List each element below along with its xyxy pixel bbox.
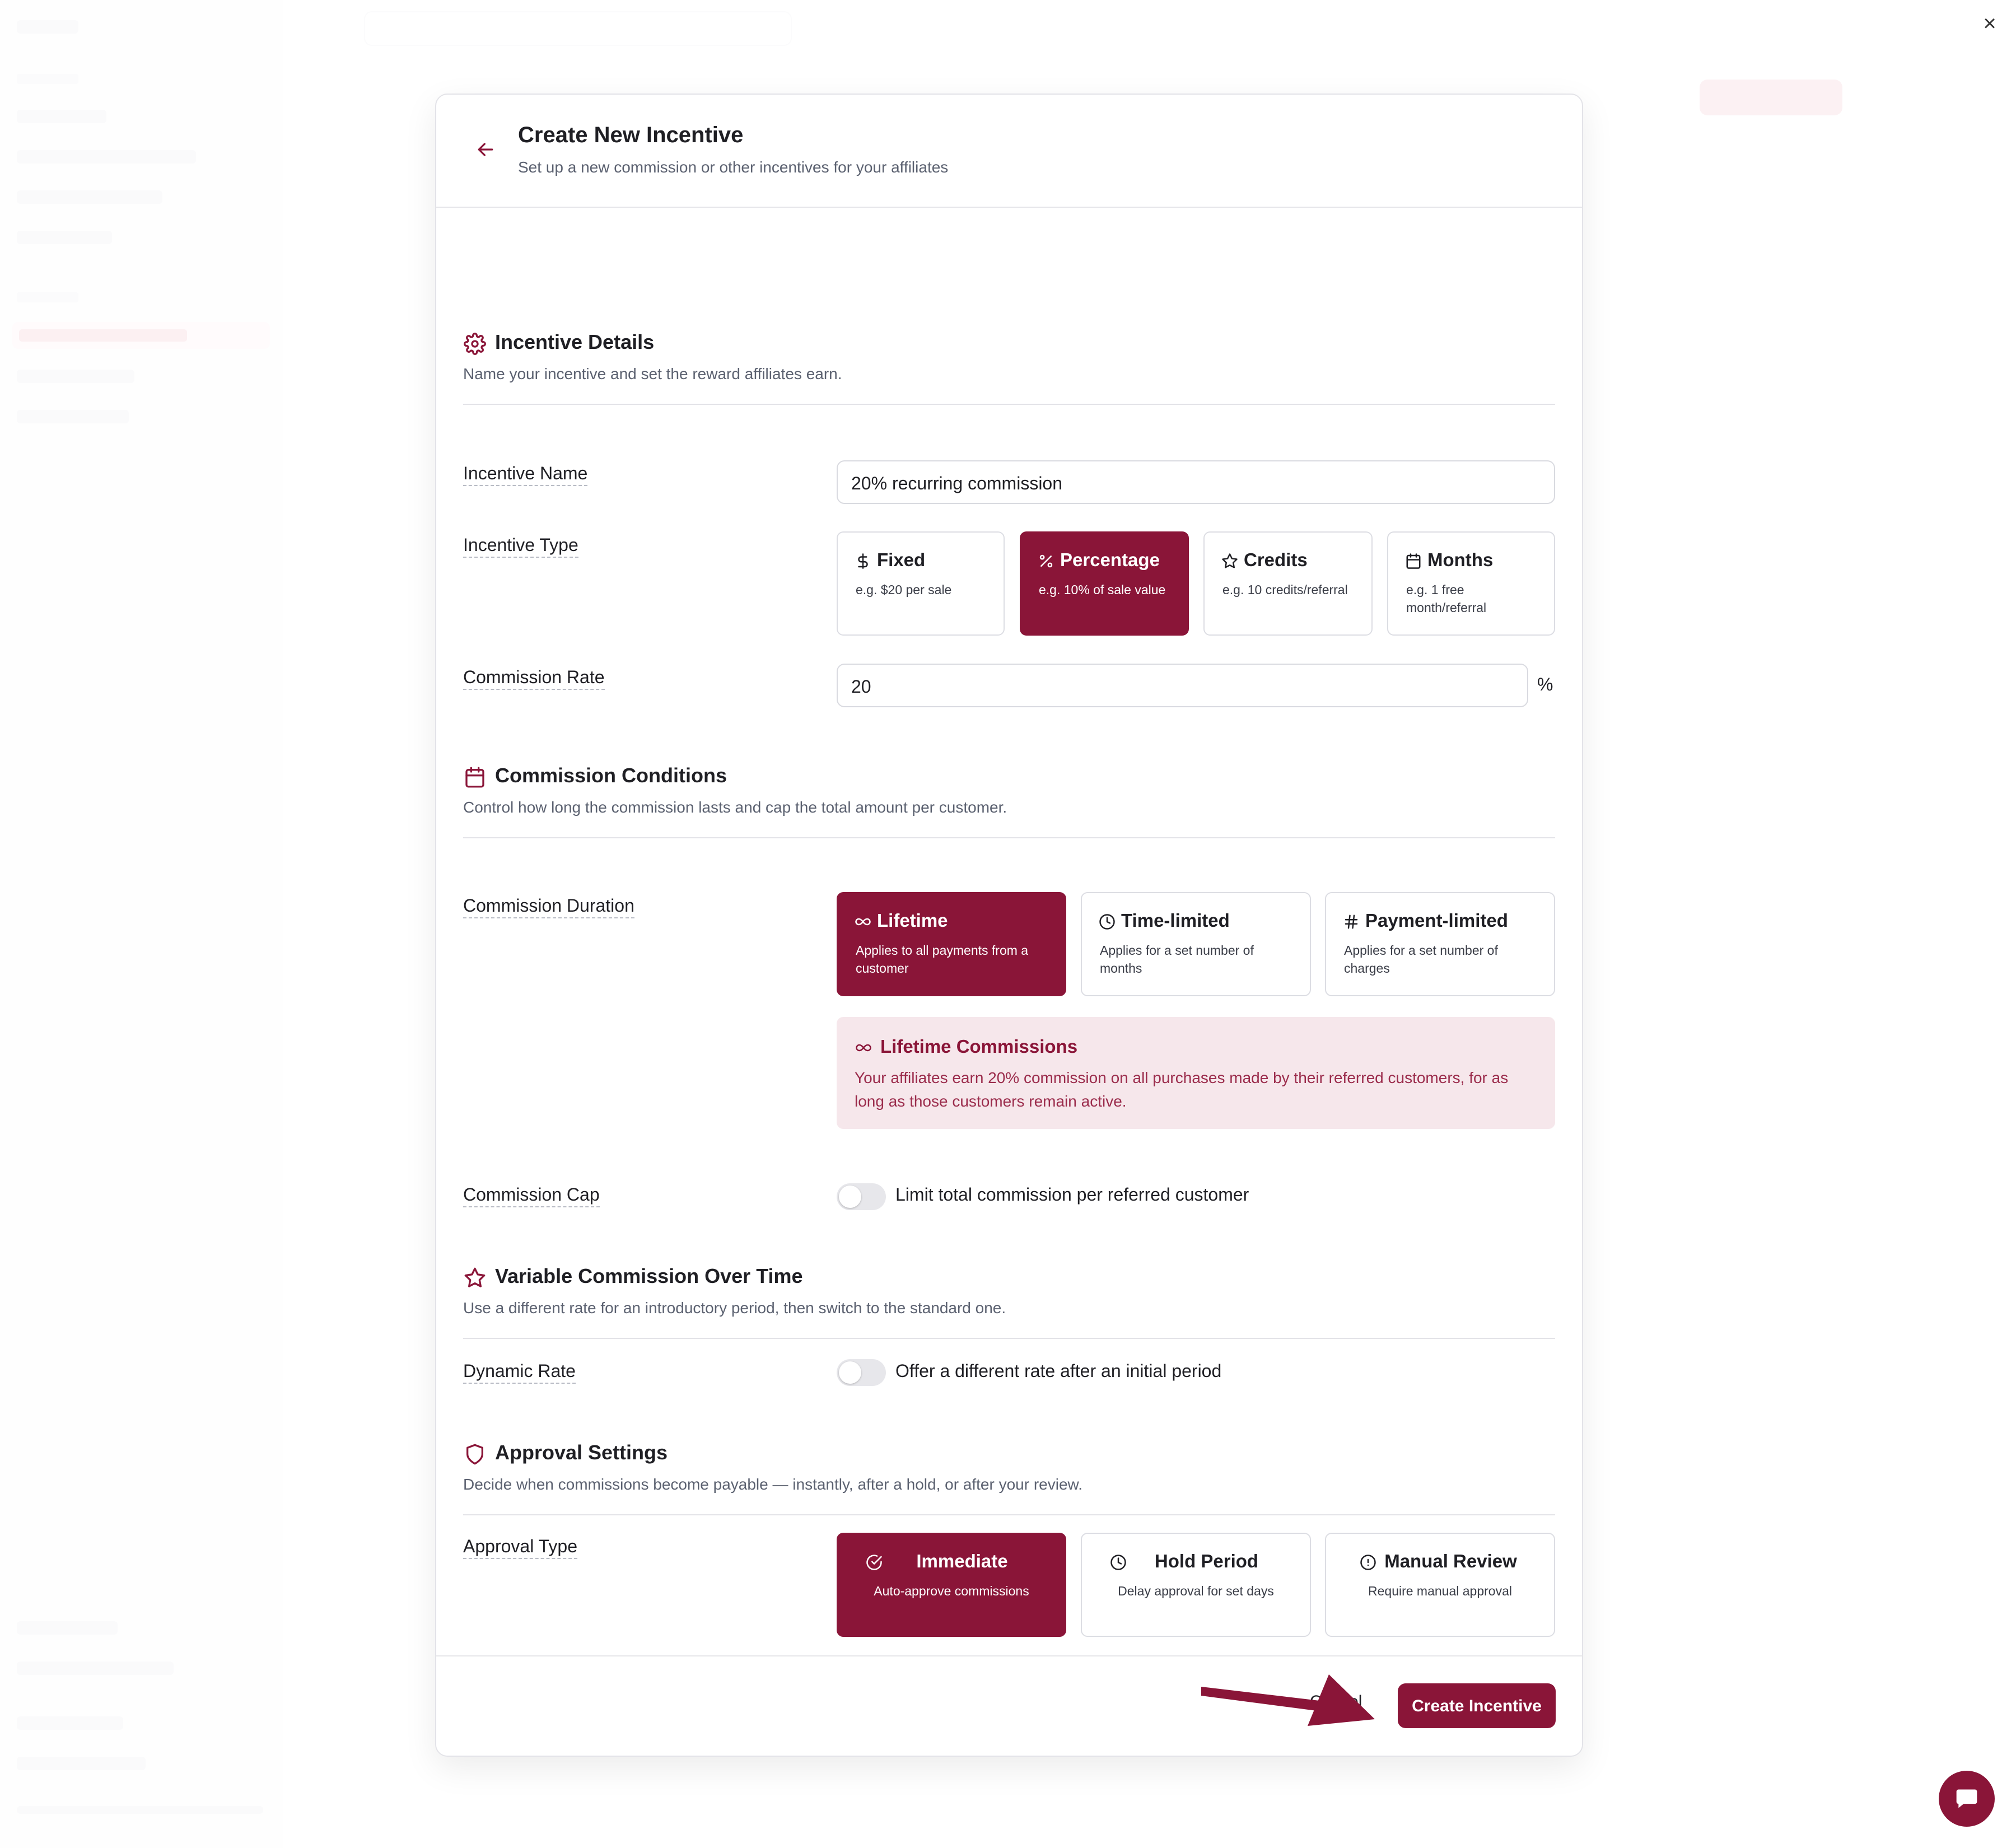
modal-subtitle: Set up a new commission or other incenti…	[518, 158, 949, 176]
card-description: Require manual approval	[1368, 1584, 1512, 1598]
infinity-icon	[856, 1044, 871, 1052]
info-text: Your affiliates earn 20% commission on a…	[855, 1069, 1509, 1110]
card-description: e.g. 1 free month/referral	[1406, 582, 1487, 615]
approval-immediate[interactable]: Immediate Auto-approve commissions	[837, 1533, 1066, 1637]
lifetime-info-box: Lifetime Commissions Your affiliates ear…	[837, 1017, 1555, 1129]
commission-rate-label: Commission Rate	[463, 667, 605, 690]
commission-cap-toggle[interactable]	[837, 1183, 886, 1210]
commission-cap-toggle-label: Limit total commission per referred cust…	[895, 1184, 1249, 1205]
incentive-type-fixed[interactable]: Fixed e.g. $20 per sale	[837, 531, 1005, 636]
modal-footer: Cancel Create Incentive	[436, 1655, 1582, 1756]
section-subtitle-details: Name your incentive and set the reward a…	[463, 365, 842, 382]
commission-duration-label: Commission Duration	[463, 895, 634, 918]
commission-cap-label: Commission Cap	[463, 1184, 600, 1207]
close-icon[interactable]: ×	[1978, 12, 2001, 35]
clock-icon	[1099, 914, 1115, 930]
card-title: Hold Period	[1154, 1551, 1259, 1571]
card-description: Applies for a set number of months	[1100, 943, 1254, 976]
star-icon	[464, 1267, 486, 1287]
dynamic-rate-toggle-label: Offer a different rate after an initial …	[895, 1361, 1222, 1381]
divider	[463, 404, 1555, 405]
approval-type-label: Approval Type	[463, 1536, 577, 1559]
arrow-left-icon[interactable]	[474, 138, 497, 161]
divider	[463, 837, 1555, 838]
card-description: Applies for a set number of charges	[1344, 943, 1498, 976]
section-title-approval: Approval Settings	[495, 1441, 668, 1464]
card-description: e.g. 10 credits/referral	[1222, 582, 1348, 597]
card-description: e.g. $20 per sale	[856, 582, 952, 597]
card-title: Immediate	[916, 1551, 1008, 1571]
card-title: Percentage	[1060, 549, 1160, 570]
duration-lifetime[interactable]: Lifetime Applies to all payments from a …	[837, 892, 1066, 996]
duration-payment-limited[interactable]: Payment-limited Applies for a set number…	[1325, 892, 1555, 996]
info-title: Lifetime Commissions	[880, 1036, 1078, 1057]
card-title: Payment-limited	[1365, 910, 1508, 931]
duration-time-limited[interactable]: Time-limited Applies for a set number of…	[1081, 892, 1311, 996]
divider	[463, 1338, 1555, 1339]
dollar-icon	[858, 553, 868, 569]
approval-hold-period[interactable]: Hold Period Delay approval for set days	[1081, 1533, 1311, 1637]
modal-header: Create New Incentive Set up a new commis…	[436, 95, 1582, 208]
chat-bubble-icon	[1956, 1789, 1977, 1808]
section-title-conditions: Commission Conditions	[495, 764, 727, 787]
card-title: Fixed	[877, 549, 926, 570]
calendar-icon	[465, 767, 484, 788]
card-description: Auto-approve commissions	[874, 1584, 1029, 1598]
annotation-arrow-icon	[1201, 1674, 1375, 1726]
create-incentive-button[interactable]: Create Incentive	[1398, 1683, 1556, 1728]
card-title: Lifetime	[877, 910, 948, 931]
card-title: Time-limited	[1121, 910, 1230, 931]
section-title-variable: Variable Commission Over Time	[495, 1264, 803, 1287]
shield-icon	[466, 1444, 483, 1465]
section-title-details: Incentive Details	[495, 330, 655, 353]
incentive-type-label: Incentive Type	[463, 535, 578, 558]
card-title: Credits	[1244, 549, 1308, 570]
infinity-icon	[855, 918, 871, 926]
gear-icon	[464, 333, 486, 355]
dynamic-rate-label: Dynamic Rate	[463, 1361, 576, 1384]
create-incentive-modal: Create New Incentive Set up a new commis…	[435, 94, 1583, 1757]
section-subtitle-approval: Decide when commissions become payable —…	[463, 1476, 1082, 1493]
divider	[463, 1514, 1555, 1515]
incentive-type-percentage[interactable]: Percentage e.g. 10% of sale value	[1020, 531, 1189, 636]
card-title: Manual Review	[1384, 1551, 1517, 1571]
section-subtitle-variable: Use a different rate for an introductory…	[463, 1299, 1006, 1317]
star-icon	[1222, 553, 1238, 568]
commission-rate-input[interactable]: 20	[837, 664, 1528, 707]
card-description: e.g. 10% of sale value	[1039, 582, 1166, 597]
incentive-name-label: Incentive Name	[463, 463, 588, 486]
approval-manual-review[interactable]: Manual Review Require manual approval	[1325, 1533, 1555, 1637]
percent-icon	[1039, 554, 1053, 568]
card-description: Delay approval for set days	[1118, 1584, 1274, 1598]
incentive-type-credits[interactable]: Credits e.g. 10 credits/referral	[1203, 531, 1373, 636]
incentive-type-months[interactable]: Months e.g. 1 free month/referral	[1387, 531, 1555, 636]
incentive-name-input[interactable]: 20% recurring commission	[837, 460, 1555, 504]
modal-title: Create New Incentive	[518, 123, 744, 147]
card-description: Applies to all payments from a customer	[856, 943, 1029, 976]
section-subtitle-conditions: Control how long the commission lasts an…	[463, 799, 1007, 816]
percent-unit: %	[1537, 674, 1553, 694]
calendar-icon	[1406, 553, 1421, 569]
dynamic-rate-toggle[interactable]	[837, 1359, 886, 1386]
chat-launcher-button[interactable]	[1939, 1771, 1995, 1827]
hash-icon	[1345, 914, 1358, 929]
card-title: Months	[1427, 549, 1494, 570]
